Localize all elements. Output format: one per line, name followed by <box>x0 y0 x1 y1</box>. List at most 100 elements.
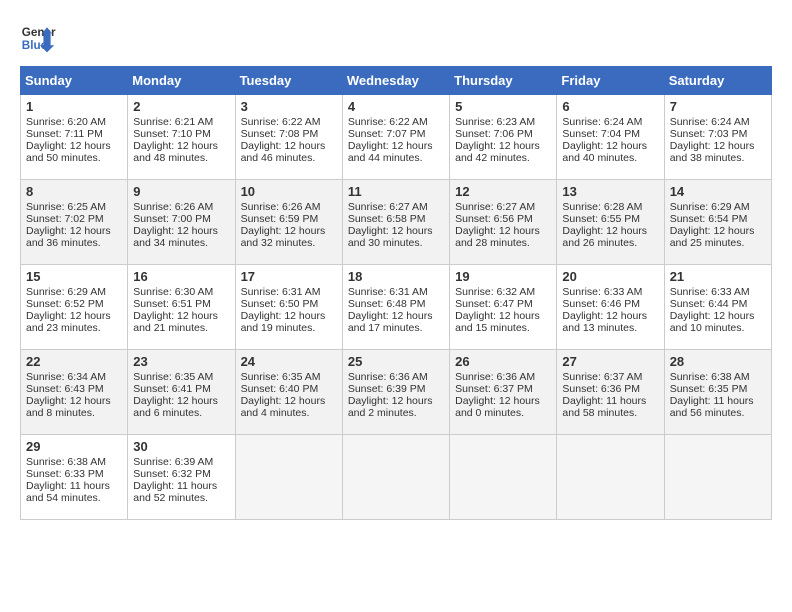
daylight-label: Daylight: 12 hours and 10 minutes. <box>670 310 755 334</box>
sunset-text: Sunset: 7:08 PM <box>241 128 319 140</box>
week-row-1: 1Sunrise: 6:20 AMSunset: 7:11 PMDaylight… <box>21 95 772 180</box>
header-tuesday: Tuesday <box>235 67 342 95</box>
day-number: 3 <box>241 99 337 114</box>
calendar-cell: 6Sunrise: 6:24 AMSunset: 7:04 PMDaylight… <box>557 95 664 180</box>
calendar-cell: 20Sunrise: 6:33 AMSunset: 6:46 PMDayligh… <box>557 265 664 350</box>
daylight-label: Daylight: 12 hours and 26 minutes. <box>562 225 647 249</box>
daylight-label: Daylight: 12 hours and 38 minutes. <box>670 140 755 164</box>
day-number: 21 <box>670 269 766 284</box>
sunrise-text: Sunrise: 6:27 AM <box>348 201 428 213</box>
sunset-text: Sunset: 6:37 PM <box>455 383 533 395</box>
calendar-cell: 5Sunrise: 6:23 AMSunset: 7:06 PMDaylight… <box>450 95 557 180</box>
daylight-label: Daylight: 11 hours and 52 minutes. <box>133 480 217 504</box>
calendar-cell <box>557 435 664 520</box>
calendar-cell: 15Sunrise: 6:29 AMSunset: 6:52 PMDayligh… <box>21 265 128 350</box>
daylight-label: Daylight: 12 hours and 30 minutes. <box>348 225 433 249</box>
calendar-cell: 23 Sunrise: 6:35 AMSunset: 6:41 PMDayligh… <box>128 350 235 435</box>
sunrise-text: Sunrise: 6:38 AM <box>670 371 750 383</box>
day-number: 9 <box>133 184 229 199</box>
sunrise-text: Sunrise: 6:38 AM <box>26 456 106 468</box>
calendar-cell: 17Sunrise: 6:31 AMSunset: 6:50 PMDayligh… <box>235 265 342 350</box>
calendar-cell: 1Sunrise: 6:20 AMSunset: 7:11 PMDaylight… <box>21 95 128 180</box>
calendar-cell: 7Sunrise: 6:24 AMSunset: 7:03 PMDaylight… <box>664 95 771 180</box>
sunset-text: Sunset: 6:58 PM <box>348 213 426 225</box>
calendar-cell: 13Sunrise: 6:28 AMSunset: 6:55 PMDayligh… <box>557 180 664 265</box>
day-number: 28 <box>670 354 766 369</box>
calendar-cell: 26 Sunrise: 6:36 AMSunset: 6:37 PMDayligh… <box>450 350 557 435</box>
sunrise-text: Sunrise: 6:25 AM <box>26 201 106 213</box>
day-number: 2 <box>133 99 229 114</box>
day-number: 25 <box>348 354 444 369</box>
sunset-text: Sunset: 7:07 PM <box>348 128 426 140</box>
calendar-cell: 11Sunrise: 6:27 AMSunset: 6:58 PMDayligh… <box>342 180 449 265</box>
sunrise-text: Sunrise: 6:21 AM <box>133 116 213 128</box>
daylight-label: Daylight: 12 hours and 42 minutes. <box>455 140 540 164</box>
sunrise-text: Sunrise: 6:35 AM <box>133 371 213 383</box>
daylight-label: Daylight: 11 hours and 56 minutes. <box>670 395 754 419</box>
day-number: 15 <box>26 269 122 284</box>
sunset-text: Sunset: 7:02 PM <box>26 213 104 225</box>
calendar-cell: 12Sunrise: 6:27 AMSunset: 6:56 PMDayligh… <box>450 180 557 265</box>
sunset-text: Sunset: 6:48 PM <box>348 298 426 310</box>
sunrise-text: Sunrise: 6:29 AM <box>26 286 106 298</box>
calendar-cell: 22Sunrise: 6:34 AMSunset: 6:43 PMDayligh… <box>21 350 128 435</box>
sunset-text: Sunset: 6:47 PM <box>455 298 533 310</box>
sunset-text: Sunset: 6:46 PM <box>562 298 640 310</box>
daylight-label: Daylight: 12 hours and 46 minutes. <box>241 140 326 164</box>
sunrise-text: Sunrise: 6:24 AM <box>670 116 750 128</box>
calendar-cell: 16Sunrise: 6:30 AMSunset: 6:51 PMDayligh… <box>128 265 235 350</box>
sunset-text: Sunset: 6:41 PM <box>133 383 211 395</box>
sunset-text: Sunset: 6:44 PM <box>670 298 748 310</box>
sunrise-text: Sunrise: 6:26 AM <box>241 201 321 213</box>
sunset-text: Sunset: 6:36 PM <box>562 383 640 395</box>
calendar-cell: 28 Sunrise: 6:38 AMSunset: 6:35 PMDayligh… <box>664 350 771 435</box>
day-number: 24 <box>241 354 337 369</box>
sunrise-text: Sunrise: 6:37 AM <box>562 371 642 383</box>
day-number: 13 <box>562 184 658 199</box>
daylight-label: Daylight: 12 hours and 50 minutes. <box>26 140 111 164</box>
day-number: 19 <box>455 269 551 284</box>
sunset-text: Sunset: 6:51 PM <box>133 298 211 310</box>
daylight-label: Daylight: 12 hours and 6 minutes. <box>133 395 218 419</box>
calendar-cell <box>235 435 342 520</box>
daylight-label: Daylight: 12 hours and 40 minutes. <box>562 140 647 164</box>
day-number: 1 <box>26 99 122 114</box>
daylight-label: Daylight: 12 hours and 2 minutes. <box>348 395 433 419</box>
header-monday: Monday <box>128 67 235 95</box>
calendar-cell: 9Sunrise: 6:26 AMSunset: 7:00 PMDaylight… <box>128 180 235 265</box>
sunrise-text: Sunrise: 6:22 AM <box>241 116 321 128</box>
day-number: 20 <box>562 269 658 284</box>
day-number: 10 <box>241 184 337 199</box>
sunrise-text: Sunrise: 6:20 AM <box>26 116 106 128</box>
week-row-3: 15 Sunrise: 6:29 AMSunset: 6:52 PM Dayligh… <box>21 265 772 350</box>
day-number: 23 <box>133 354 229 369</box>
calendar-cell <box>664 435 771 520</box>
daylight-label: Daylight: 12 hours and 28 minutes. <box>455 225 540 249</box>
sunset-text: Sunset: 7:10 PM <box>133 128 211 140</box>
daylight-label: Daylight: 12 hours and 36 minutes. <box>26 225 111 249</box>
day-number: 6 <box>562 99 658 114</box>
sunset-text: Sunset: 6:40 PM <box>241 383 319 395</box>
header-thursday: Thursday <box>450 67 557 95</box>
sunrise-text: Sunrise: 6:22 AM <box>348 116 428 128</box>
daylight-label: Daylight: 12 hours and 25 minutes. <box>670 225 755 249</box>
day-number: 16 <box>133 269 229 284</box>
daylight-label: Daylight: 12 hours and 0 minutes. <box>455 395 540 419</box>
page-header: General Blue <box>20 20 772 56</box>
day-number: 5 <box>455 99 551 114</box>
day-number: 17 <box>241 269 337 284</box>
sunset-text: Sunset: 6:35 PM <box>670 383 748 395</box>
sunrise-text: Sunrise: 6:36 AM <box>455 371 535 383</box>
header-sunday: Sunday <box>21 67 128 95</box>
sunrise-text: Sunrise: 6:31 AM <box>241 286 321 298</box>
calendar-cell: 4Sunrise: 6:22 AMSunset: 7:07 PMDaylight… <box>342 95 449 180</box>
daylight-label: Daylight: 12 hours and 13 minutes. <box>562 310 647 334</box>
day-number: 7 <box>670 99 766 114</box>
sunset-text: Sunset: 6:52 PM <box>26 298 104 310</box>
day-number: 26 <box>455 354 551 369</box>
calendar-cell <box>342 435 449 520</box>
daylight-label: Daylight: 12 hours and 4 minutes. <box>241 395 326 419</box>
sunrise-text: Sunrise: 6:28 AM <box>562 201 642 213</box>
calendar-table: SundayMondayTuesdayWednesdayThursdayFrid… <box>20 66 772 520</box>
sunset-text: Sunset: 6:56 PM <box>455 213 533 225</box>
